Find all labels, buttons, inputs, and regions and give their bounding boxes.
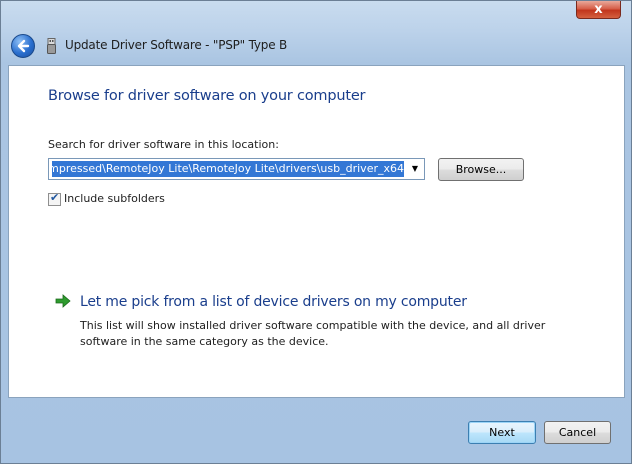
cancel-button[interactable]: Cancel: [544, 421, 611, 444]
pick-from-list-link[interactable]: Let me pick from a list of device driver…: [80, 294, 467, 310]
chevron-down-icon[interactable]: ▼: [408, 162, 422, 176]
usb-device-icon: [47, 38, 56, 54]
search-location-label: Search for driver software in this locat…: [48, 138, 279, 151]
location-value: ompressed\RemoteJoy Lite\RemoteJoy Lite\…: [52, 162, 404, 175]
pick-from-list-description: This list will show installed driver sof…: [80, 319, 546, 348]
window-title: Update Driver Software - "PSP" Type B: [65, 38, 288, 52]
include-subfolders-checkbox[interactable]: ✔: [48, 191, 61, 206]
location-input[interactable]: ompressed\RemoteJoy Lite\RemoteJoy Lite\…: [52, 161, 404, 177]
close-button[interactable]: x: [576, 1, 621, 19]
back-button[interactable]: [11, 34, 35, 58]
back-arrow-icon: [17, 39, 30, 53]
next-button[interactable]: Next: [468, 421, 536, 444]
close-icon: x: [594, 2, 603, 17]
footer: [1, 398, 631, 463]
green-arrow-icon: [55, 294, 71, 308]
include-subfolders-label[interactable]: Include subfolders: [64, 192, 165, 205]
wizard-content: Browse for driver software on your compu…: [8, 65, 625, 398]
check-icon: ✔: [50, 191, 60, 204]
page-heading: Browse for driver software on your compu…: [48, 88, 366, 104]
update-driver-window: x Update Driver Software - "PSP" Type B …: [0, 0, 632, 464]
browse-button[interactable]: Browse...: [438, 158, 524, 181]
location-combobox[interactable]: ompressed\RemoteJoy Lite\RemoteJoy Lite\…: [48, 158, 425, 180]
